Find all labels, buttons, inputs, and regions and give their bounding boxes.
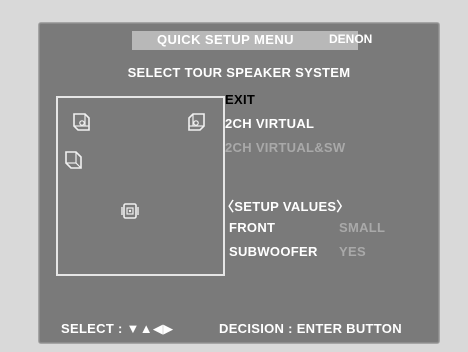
front-left-speaker-icon: [73, 113, 90, 131]
decision-hint: DECISION : ENTER BUTTON: [219, 321, 402, 336]
speaker-layout-diagram: [56, 96, 225, 276]
front-label: FRONT: [229, 220, 276, 235]
option-2ch-virtual-sw[interactable]: 2CH VIRTUAL&SW: [225, 140, 345, 155]
surround-left-speaker-icon: [65, 151, 82, 169]
option-exit[interactable]: EXIT: [225, 92, 255, 107]
select-arrows-icon: ▼▲◀▶: [126, 321, 174, 336]
option-2ch-virtual[interactable]: 2CH VIRTUAL: [225, 116, 314, 131]
menu-heading: SELECT TOUR SPEAKER SYSTEM: [127, 65, 351, 80]
subwoofer-label: SUBWOOFER: [229, 244, 318, 259]
subwoofer-icon: [121, 203, 139, 219]
select-hint: SELECT : ▼▲◀▶: [61, 321, 173, 337]
menu-title: QUICK SETUP MENU: [157, 32, 294, 47]
setup-values-title: 〈SETUP VALUES〉: [221, 199, 350, 214]
select-label: SELECT :: [61, 321, 123, 336]
front-value: SMALL: [339, 220, 386, 235]
subwoofer-value: YES: [339, 244, 366, 259]
brand-logo: DENON: [329, 32, 373, 46]
front-right-speaker-icon: [188, 113, 205, 131]
quick-setup-screen: QUICK SETUP MENU DENON SELECT TOUR SPEAK…: [38, 22, 440, 344]
